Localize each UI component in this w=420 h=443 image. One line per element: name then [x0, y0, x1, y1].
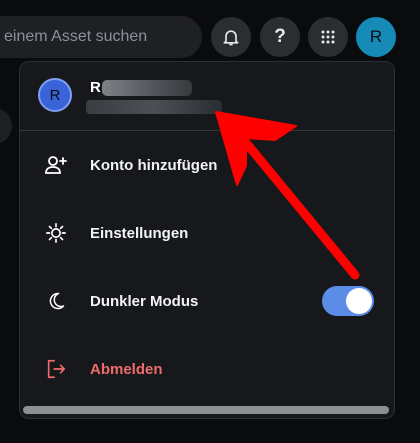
menu-item-add-account[interactable]: Konto hinzufügen — [20, 137, 394, 193]
moon-icon — [44, 289, 68, 313]
background-pill — [0, 108, 12, 144]
profile-email-redaction — [86, 100, 222, 114]
person-add-icon — [44, 153, 68, 177]
avatar-letter: R — [369, 27, 383, 46]
menu-item-label: Dunkler Modus — [90, 292, 199, 310]
user-avatar-button[interactable]: R — [356, 17, 396, 57]
profile-name: R — [90, 79, 101, 96]
horizontal-scrollbar[interactable] — [23, 406, 389, 414]
help-button[interactable]: ? — [260, 17, 300, 57]
bell-icon — [223, 30, 239, 46]
menu-item-label: Einstellungen — [90, 224, 189, 242]
page: einem Asset suchen ? R R R Konto hinzufü… — [0, 0, 420, 443]
profile-row[interactable]: R R — [20, 62, 394, 130]
gear-icon — [44, 221, 68, 245]
dark-mode-toggle[interactable] — [322, 286, 374, 316]
profile-name-redaction — [102, 80, 192, 96]
menu-item-label: Abmelden — [90, 360, 163, 378]
grid-icon — [321, 30, 335, 44]
menu-item-settings[interactable]: Einstellungen — [20, 205, 394, 261]
apps-button[interactable] — [308, 17, 348, 57]
notifications-button[interactable] — [211, 17, 251, 57]
account-menu: R R Konto hinzufügen Einstellungen Dunkl… — [19, 61, 395, 419]
profile-avatar-letter: R — [49, 86, 61, 104]
menu-item-label: Konto hinzufügen — [90, 156, 218, 174]
search-input[interactable]: einem Asset suchen — [0, 16, 202, 58]
toggle-knob — [346, 288, 372, 314]
menu-divider — [20, 130, 394, 131]
profile-avatar: R — [38, 78, 72, 112]
search-placeholder: einem Asset suchen — [4, 28, 148, 45]
logout-icon — [44, 357, 68, 381]
menu-item-logout[interactable]: Abmelden — [20, 341, 394, 397]
menu-item-dark-mode: Dunkler Modus — [20, 273, 394, 329]
question-icon: ? — [274, 26, 286, 47]
